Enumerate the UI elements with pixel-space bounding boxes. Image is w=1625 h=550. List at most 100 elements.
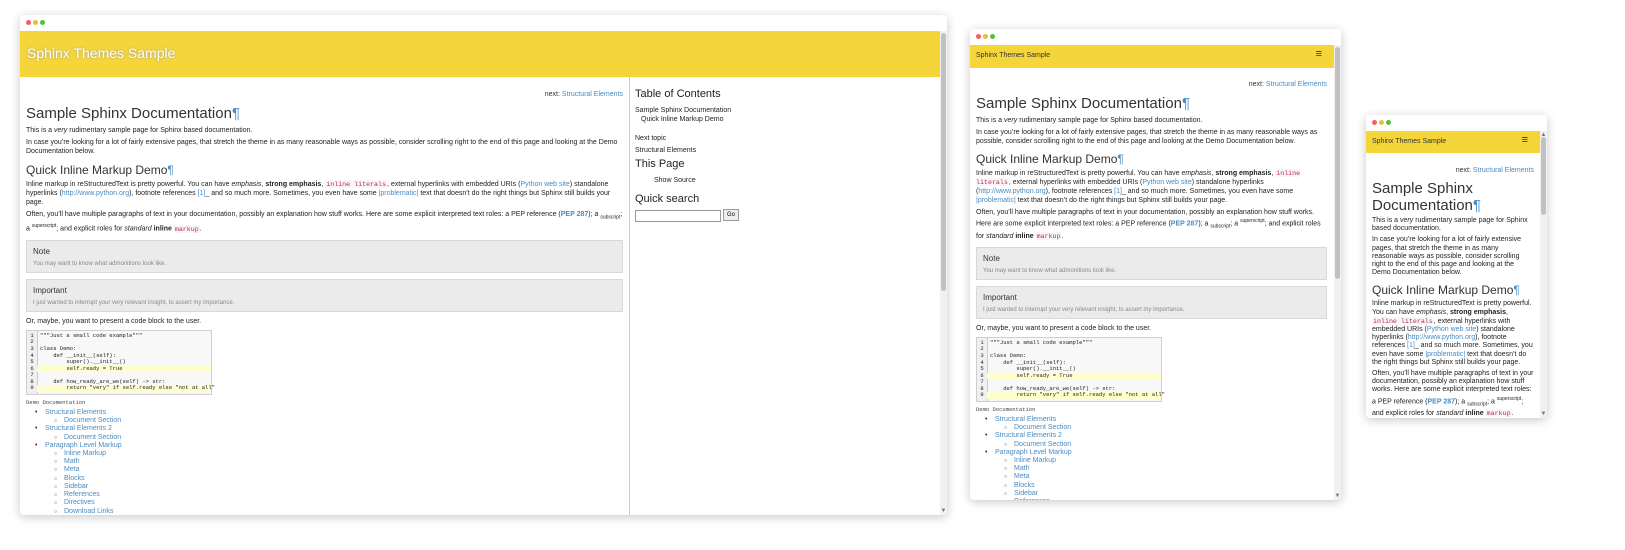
toctree-sublink[interactable]: Meta: [64, 466, 80, 473]
headerlink-icon[interactable]: ¶: [1182, 95, 1190, 112]
text: , external hyperlinks with embedded URIs…: [1008, 179, 1143, 186]
toctree-sublink[interactable]: Blocks: [1014, 482, 1035, 489]
headerlink-icon[interactable]: ¶: [1513, 283, 1519, 297]
scroll-down-arrow[interactable]: ▼: [1540, 410, 1547, 418]
scroll-down-arrow[interactable]: ▼: [940, 507, 947, 515]
problematic-link[interactable]: |problematic|: [976, 197, 1016, 204]
intro-text-a: This is a: [26, 127, 55, 134]
toctree-sublink[interactable]: Inline Markup: [64, 450, 106, 457]
toctree-subitem: Document Section: [1004, 441, 1327, 449]
note-title: Note: [983, 253, 1000, 263]
toctree-sublink[interactable]: Math: [1014, 465, 1030, 472]
code-rows: 1 """Just a small code example""" 2 3 class …: [977, 338, 1165, 400]
section-heading: Quick Inline Markup Demo¶: [1372, 283, 1534, 297]
python-web-site-link[interactable]: Python web site: [1427, 326, 1476, 333]
minimize-dot-icon[interactable]: [983, 34, 988, 39]
toctree-subitem: Document Section: [1004, 424, 1327, 432]
site-title-link[interactable]: Sphinx Themes Sample: [27, 45, 175, 61]
pep-link[interactable]: PEP 287: [1428, 398, 1456, 405]
python-org-link[interactable]: http://www.python.org: [1408, 334, 1475, 341]
python-org-link[interactable]: http://www.python.org: [62, 190, 129, 197]
toctree-sublink[interactable]: Document Section: [64, 434, 121, 441]
toctree-sublink[interactable]: References: [64, 491, 100, 498]
strong-text: inline: [153, 225, 172, 233]
toctree-sublink[interactable]: Math: [64, 458, 80, 465]
scroll-down-arrow[interactable]: ▼: [1334, 492, 1341, 500]
page-title-text: Sample Sphinx Documentation: [1372, 180, 1473, 214]
toctree-sublink[interactable]: Document Section: [1014, 424, 1071, 431]
minimize-dot-icon[interactable]: [33, 20, 38, 25]
toctree-sublink[interactable]: Directives: [64, 499, 95, 506]
toctree-sublink[interactable]: Blocks: [64, 475, 85, 482]
toctree-link[interactable]: Paragraph Level Markup: [45, 442, 122, 449]
toctree-sublink[interactable]: References: [1014, 498, 1050, 500]
toctree-sublink[interactable]: Sidebar: [64, 483, 88, 490]
toctree-sublink[interactable]: Document Section: [1014, 441, 1071, 448]
next-topic-link[interactable]: Structural Elements: [635, 146, 696, 155]
footnote-link[interactable]: [1]: [1407, 342, 1415, 349]
site-header: Sphinx Themes Sample ≡: [1366, 131, 1540, 153]
show-source-link[interactable]: Show Source: [654, 176, 696, 185]
this-page-title: This Page: [635, 158, 685, 170]
search-input[interactable]: [635, 210, 721, 222]
close-dot-icon[interactable]: [1372, 120, 1377, 125]
toctree-sublink[interactable]: Sidebar: [1014, 490, 1038, 497]
headerlink-icon[interactable]: ¶: [167, 163, 173, 177]
site-title-link[interactable]: Sphinx Themes Sample: [976, 52, 1050, 59]
next-link[interactable]: Structural Elements: [1266, 81, 1327, 88]
maximize-dot-icon[interactable]: [40, 20, 45, 25]
site-title-link[interactable]: Sphinx Themes Sample: [1372, 138, 1446, 145]
headerlink-icon[interactable]: ¶: [1473, 197, 1481, 214]
scrollbar-thumb[interactable]: [941, 33, 946, 291]
go-button[interactable]: Go: [723, 209, 740, 221]
close-dot-icon[interactable]: [976, 34, 981, 39]
code-rows: 1 """Just a small code example""" 2 3 class …: [27, 332, 215, 393]
roles-paragraph: Often, you’ll have multiple paragraphs o…: [26, 210, 623, 234]
headerlink-icon[interactable]: ¶: [1117, 152, 1123, 166]
toctree-link[interactable]: Structural Elements: [995, 416, 1056, 423]
headerlink-icon[interactable]: ¶: [232, 105, 240, 122]
maximize-dot-icon[interactable]: [1386, 120, 1391, 125]
maximize-dot-icon[interactable]: [990, 34, 995, 39]
scrollbar-thumb[interactable]: [1541, 137, 1546, 215]
roles-paragraph: Often, you’ll have multiple paragraphs o…: [1372, 370, 1534, 418]
vertical-scrollbar[interactable]: ▲ ▼: [1540, 131, 1547, 418]
footnote-link[interactable]: [1]: [1114, 188, 1122, 195]
toctree-sublink[interactable]: Document Section: [64, 417, 121, 424]
site-header: Sphinx Themes Sample: [20, 31, 940, 77]
minimize-dot-icon[interactable]: [1379, 120, 1384, 125]
python-web-site-link[interactable]: Python web site: [520, 181, 569, 188]
problematic-link[interactable]: |problematic|: [1425, 351, 1465, 358]
toc-subitem-link[interactable]: Quick Inline Markup Demo: [641, 115, 723, 124]
pep-link[interactable]: PEP 287: [561, 211, 589, 218]
scroll-up-arrow[interactable]: ▲: [1540, 131, 1547, 139]
toctree-sublink[interactable]: Meta: [1014, 473, 1030, 480]
vertical-scrollbar[interactable]: ▼: [1334, 45, 1341, 500]
intro-text-a: This is a: [1372, 217, 1401, 224]
toc-item-link[interactable]: Sample Sphinx Documentation: [635, 106, 731, 115]
next-link[interactable]: Structural Elements: [562, 91, 623, 98]
scrollbar-thumb[interactable]: [1335, 47, 1340, 279]
code-line-text: return "very" if self.ready else "not at…: [40, 384, 215, 392]
code-line-number: 9: [27, 385, 37, 393]
menu-hamburger-icon[interactable]: ≡: [1522, 134, 1528, 146]
toctree-sublink[interactable]: Inline Markup: [1014, 457, 1056, 464]
toctree-link[interactable]: Structural Elements: [45, 409, 106, 416]
pep-link[interactable]: PEP 287: [1171, 220, 1199, 227]
toctree-sublink[interactable]: Download Links: [64, 508, 113, 515]
close-dot-icon[interactable]: [26, 20, 31, 25]
code-block: 1 """Just a small code example""" 2 3 class …: [976, 336, 1165, 403]
code-line-text: """Just a small code example""": [990, 338, 1093, 346]
menu-hamburger-icon[interactable]: ≡: [1316, 48, 1322, 60]
problematic-link[interactable]: |problematic|: [379, 190, 419, 197]
text: Inline markup in reStructuredText is pre…: [976, 170, 1182, 177]
text: .: [1061, 232, 1064, 240]
python-org-link[interactable]: http://www.python.org: [978, 188, 1045, 195]
vertical-scrollbar[interactable]: ▼: [940, 31, 947, 515]
toctree-subitem: Math: [54, 458, 623, 466]
toctree-link[interactable]: Structural Elements 2: [995, 432, 1062, 439]
toctree-link[interactable]: Paragraph Level Markup: [995, 449, 1072, 456]
next-link[interactable]: Structural Elements: [1473, 167, 1534, 174]
python-web-site-link[interactable]: Python web site: [1142, 179, 1191, 186]
toctree-link[interactable]: Structural Elements 2: [45, 425, 112, 432]
